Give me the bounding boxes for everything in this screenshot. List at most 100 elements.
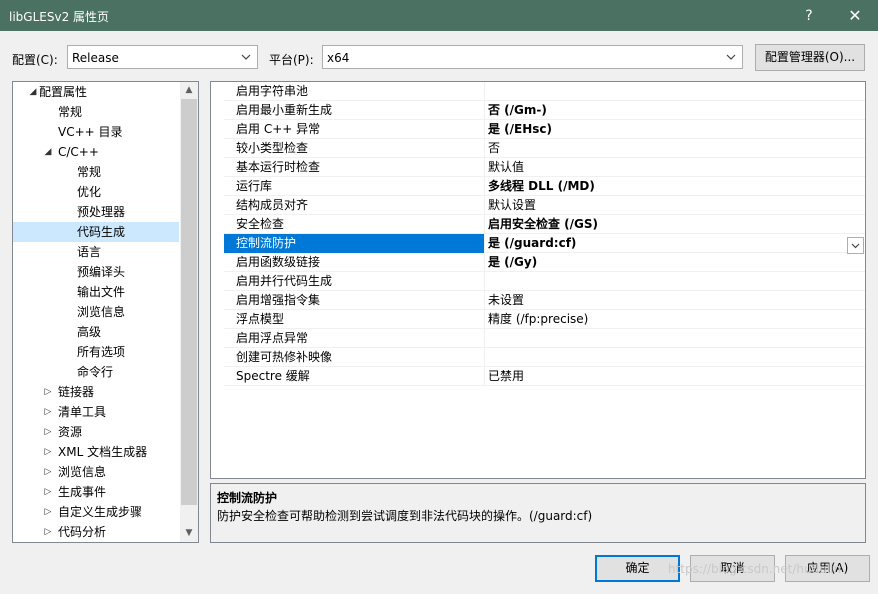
property-row[interactable]: 启用字符串池: [211, 82, 865, 101]
property-name[interactable]: 较小类型检查: [224, 139, 485, 158]
property-value[interactable]: 否 (/Gm-): [485, 101, 865, 120]
property-value[interactable]: [485, 329, 865, 348]
property-name[interactable]: 启用增强指令集: [224, 291, 485, 310]
collapsed-arrow-icon[interactable]: ▷: [43, 442, 53, 462]
tree-item[interactable]: 浏览信息: [13, 302, 179, 322]
row-gutter: [211, 177, 224, 196]
tree-item[interactable]: 所有选项: [13, 342, 179, 362]
property-row[interactable]: 结构成员对齐 默认设置: [211, 196, 865, 215]
property-value[interactable]: [485, 82, 865, 101]
property-value[interactable]: [485, 348, 865, 367]
property-value[interactable]: 精度 (/fp:precise): [485, 310, 865, 329]
platform-combo[interactable]: x64: [322, 45, 743, 69]
property-name[interactable]: 启用并行代码生成: [224, 272, 485, 291]
tree-item-label: 浏览信息: [77, 305, 126, 319]
property-value[interactable]: 是 (/EHsc): [485, 120, 865, 139]
property-row[interactable]: 启用最小重新生成否 (/Gm-): [211, 101, 865, 120]
property-value[interactable]: 启用安全检查 (/GS): [485, 215, 865, 234]
tree-item[interactable]: 预编译头: [13, 262, 179, 282]
tree-item[interactable]: VC++ 目录: [13, 122, 179, 142]
property-row[interactable]: 启用 C++ 异常是 (/EHsc): [211, 120, 865, 139]
tree-item[interactable]: ▷ 自定义生成步骤: [13, 502, 179, 522]
property-row[interactable]: 运行库 多线程 DLL (/MD): [211, 177, 865, 196]
expanded-arrow-icon[interactable]: ◢: [43, 142, 53, 162]
property-row[interactable]: 启用浮点异常: [211, 329, 865, 348]
tree-item[interactable]: 优化: [13, 182, 179, 202]
property-name[interactable]: 运行库: [224, 177, 485, 196]
tree-scrollbar[interactable]: ▲ ▼: [180, 82, 198, 542]
property-row[interactable]: 基本运行时检查 默认值: [211, 158, 865, 177]
close-button[interactable]: ✕: [832, 0, 878, 31]
property-row[interactable]: 启用增强指令集 未设置: [211, 291, 865, 310]
property-value[interactable]: 多线程 DLL (/MD): [485, 177, 865, 196]
property-row[interactable]: 浮点模型 精度 (/fp:precise): [211, 310, 865, 329]
property-name[interactable]: 启用 C++ 异常: [224, 120, 485, 139]
property-name[interactable]: 基本运行时检查: [224, 158, 485, 177]
description-title: 控制流防护: [217, 491, 278, 505]
property-value[interactable]: 是 (/guard:cf): [485, 234, 865, 253]
property-row[interactable]: 启用函数级链接是 (/Gy): [211, 253, 865, 272]
property-value[interactable]: 否: [485, 139, 865, 158]
tree-item[interactable]: 代码生成: [13, 222, 179, 242]
property-name[interactable]: 结构成员对齐: [224, 196, 485, 215]
tree-item[interactable]: 预处理器: [13, 202, 179, 222]
value-dropdown-button[interactable]: [847, 237, 864, 254]
scroll-down-icon[interactable]: ▼: [180, 525, 198, 542]
property-value[interactable]: [485, 272, 865, 291]
property-value[interactable]: 已禁用: [485, 367, 865, 386]
tree-item[interactable]: 语言: [13, 242, 179, 262]
tree-item[interactable]: ◢ 配置属性: [13, 82, 179, 102]
property-row[interactable]: 控制流防护是 (/guard:cf): [211, 234, 865, 253]
collapsed-arrow-icon[interactable]: ▷: [43, 402, 53, 422]
tree-item[interactable]: 高级: [13, 322, 179, 342]
collapsed-arrow-icon[interactable]: ▷: [43, 522, 53, 542]
tree-item[interactable]: 命令行: [13, 362, 179, 382]
tree-item[interactable]: ▷ 资源: [13, 422, 179, 442]
property-row[interactable]: Spectre 缓解 已禁用: [211, 367, 865, 386]
row-gutter: [211, 120, 224, 139]
tree-item[interactable]: ▷ 生成事件: [13, 482, 179, 502]
property-value[interactable]: 默认设置: [485, 196, 865, 215]
collapsed-arrow-icon[interactable]: ▷: [43, 422, 53, 442]
property-name[interactable]: 启用最小重新生成: [224, 101, 485, 120]
tree-item[interactable]: ▷ 浏览信息: [13, 462, 179, 482]
tree-item[interactable]: ◢ C/C++: [13, 142, 179, 162]
scroll-thumb[interactable]: [181, 99, 197, 505]
property-tree[interactable]: ◢ 配置属性 常规 VC++ 目录 ◢ C/C++ 常规 优化 预处理器 代码生成 语言 预编译头 输出…: [12, 81, 199, 543]
property-name[interactable]: 安全检查: [224, 215, 485, 234]
window-title: libGLESv2 属性页: [9, 10, 110, 24]
scroll-up-icon[interactable]: ▲: [180, 82, 198, 99]
tree-item-label: 所有选项: [77, 345, 126, 359]
property-row[interactable]: 启用并行代码生成: [211, 272, 865, 291]
property-name[interactable]: 控制流防护: [224, 234, 485, 253]
collapsed-arrow-icon[interactable]: ▷: [43, 502, 53, 522]
property-name[interactable]: 启用字符串池: [224, 82, 485, 101]
collapsed-arrow-icon[interactable]: ▷: [43, 382, 53, 402]
help-button[interactable]: ?: [786, 0, 832, 31]
property-row[interactable]: 创建可热修补映像: [211, 348, 865, 367]
property-name[interactable]: Spectre 缓解: [224, 367, 485, 386]
property-row[interactable]: 较小类型检查否: [211, 139, 865, 158]
property-grid[interactable]: 启用字符串池 启用最小重新生成否 (/Gm-) 启用 C++ 异常是 (/EHsc)…: [210, 81, 866, 479]
property-name[interactable]: 启用浮点异常: [224, 329, 485, 348]
config-manager-button[interactable]: 配置管理器(O)...: [755, 44, 865, 71]
tree-item[interactable]: 输出文件: [13, 282, 179, 302]
tree-item[interactable]: 常规: [13, 162, 179, 182]
expanded-arrow-icon[interactable]: ◢: [28, 82, 38, 102]
property-row[interactable]: 安全检查 启用安全检查 (/GS): [211, 215, 865, 234]
tree-item[interactable]: ▷ 代码分析: [13, 522, 179, 542]
tree-item[interactable]: ▷ 链接器: [13, 382, 179, 402]
tree-item[interactable]: ▷ XML 文档生成器: [13, 442, 179, 462]
config-combo[interactable]: Release: [67, 45, 258, 69]
collapsed-arrow-icon[interactable]: ▷: [43, 482, 53, 502]
collapsed-arrow-icon[interactable]: ▷: [43, 462, 53, 482]
tree-item-label: C/C++: [58, 145, 99, 159]
property-name[interactable]: 创建可热修补映像: [224, 348, 485, 367]
property-name[interactable]: 启用函数级链接: [224, 253, 485, 272]
property-value[interactable]: 是 (/Gy): [485, 253, 865, 272]
property-value[interactable]: 默认值: [485, 158, 865, 177]
tree-item[interactable]: 常规: [13, 102, 179, 122]
property-value[interactable]: 未设置: [485, 291, 865, 310]
tree-item[interactable]: ▷ 清单工具: [13, 402, 179, 422]
property-name[interactable]: 浮点模型: [224, 310, 485, 329]
